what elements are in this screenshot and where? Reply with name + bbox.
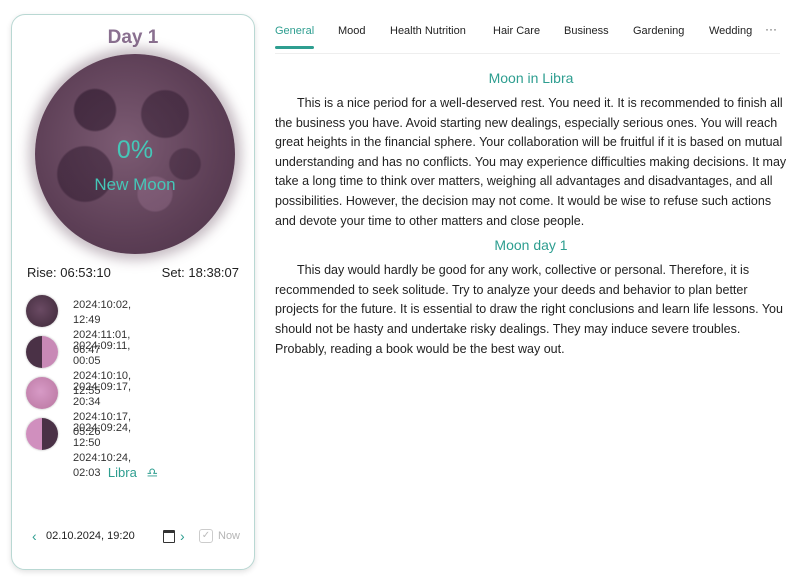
section-title: Moon in Libra [488,70,574,86]
next-date-button[interactable]: › [180,528,185,544]
prev-date-button[interactable]: ‹ [32,528,37,544]
phase-date: 2024:09:17, 20:34 [73,381,132,408]
tab-hair-care[interactable]: Hair Care [493,25,540,37]
calendar-icon[interactable] [163,530,175,543]
tab-general[interactable]: General [275,25,314,37]
tab-mood[interactable]: Mood [338,25,366,37]
tab-wedding[interactable]: Wedding [709,25,752,37]
tab-gardening[interactable]: Gardening [633,25,684,37]
zodiac-sign[interactable]: Libra ♎ [12,465,254,481]
date-controls: ‹ 02.10.2024, 19:20 › ✓ Now [32,528,252,548]
phase-date: 2024:10:02, 12:49 [73,299,132,326]
section-text: This is a nice period for a well-deserve… [275,96,787,228]
tab-bar: General Mood Health Nutrition Hair Care … [275,22,780,54]
day-title: Day 1 [107,27,159,48]
libra-icon: ♎ [146,465,159,480]
section-text: This day would hardly be good for any wo… [275,263,783,356]
moon-illumination: 0% [116,136,154,164]
phase-date: 2024:09:24, 12:50 [73,422,132,449]
tab-business[interactable]: Business [564,25,609,37]
moon-card: Day 1 0% New Moon Rise: 06:53:10 Set: 18… [11,14,255,570]
moonrise-time: Rise: 06:53:10 [27,265,111,280]
phase-date: 2024:09:11, 00:05 [73,340,131,367]
now-label: Now [218,530,241,542]
now-checkbox[interactable]: ✓ [199,529,213,543]
zodiac-label: Libra [107,465,137,480]
moonset-time: Set: 18:38:07 [161,265,239,280]
moon-image: 0% New Moon [35,54,235,254]
tab-health-nutrition[interactable]: Health Nutrition [390,25,466,37]
content-panel: Moon in Libra This is a nice period for … [275,70,787,365]
section-title: Moon day 1 [494,237,568,254]
first-quarter-icon [26,336,58,368]
moon-phase-name: New Moon [94,175,176,194]
active-tab-indicator [275,46,314,49]
new-moon-icon [26,295,58,327]
last-quarter-icon [26,418,58,450]
datetime-input[interactable]: 02.10.2024, 19:20 [46,530,135,542]
more-tabs-icon[interactable]: ··· [765,22,777,36]
full-moon-icon [26,377,58,409]
